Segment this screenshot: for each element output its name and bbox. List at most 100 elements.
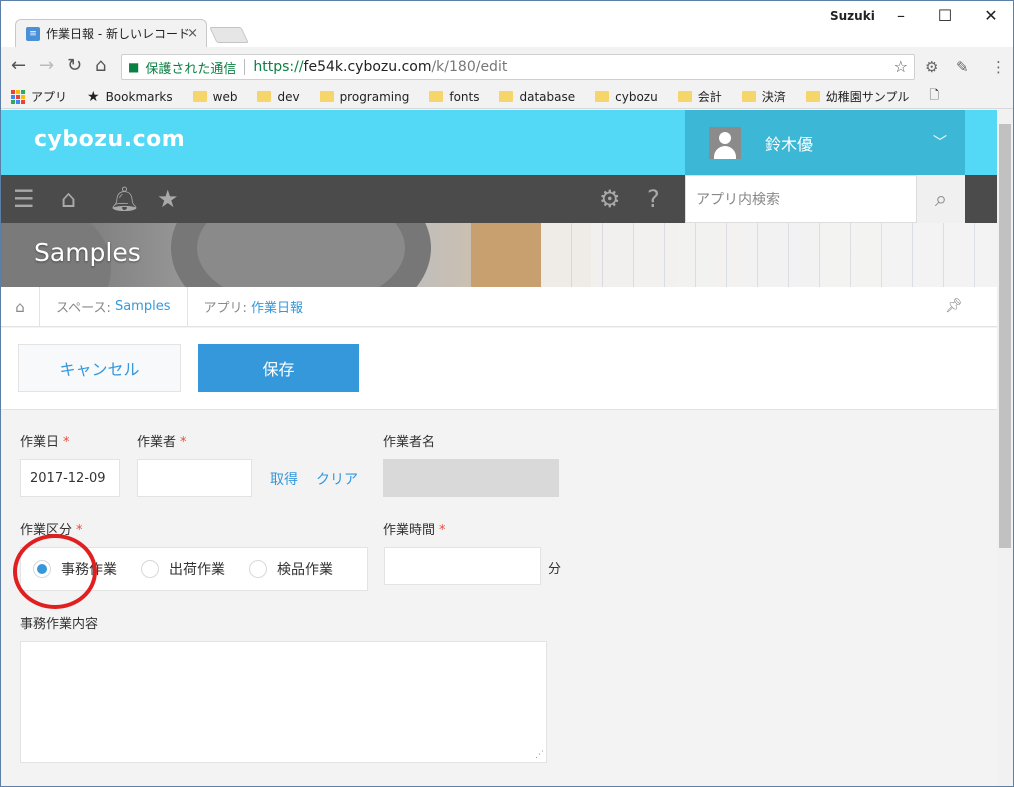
tab-title: 作業日報 - 新しいレコード <box>46 27 190 41</box>
work-time-field[interactable] <box>384 547 541 585</box>
user-menu[interactable]: 鈴木優 ﹀ <box>685 110 965 175</box>
breadcrumb-home-icon[interactable]: ⌂ <box>1 298 39 316</box>
folder-icon <box>595 91 610 102</box>
star-icon: ★ <box>87 88 100 105</box>
bookmark-label: cybozu <box>615 89 658 104</box>
breadcrumb-space-link[interactable]: Samples <box>115 299 171 314</box>
browser-window: ≡ 作業日報 - 新しいレコード × Suzuki – ☐ ✕ ← → ↻ ⌂ … <box>0 0 1014 787</box>
bookmark-star-icon[interactable]: ☆ <box>894 57 908 76</box>
home-icon[interactable]: ⌂ <box>61 185 76 213</box>
breadcrumb-app-link[interactable]: 作業日報 <box>251 297 303 316</box>
worker-field[interactable] <box>137 459 252 497</box>
extension-icon[interactable]: ✎ <box>956 58 969 76</box>
worker-name-label: 作業者名 <box>383 435 436 450</box>
search-button[interactable]: ⌕ <box>917 175 965 223</box>
folder-icon <box>499 91 514 102</box>
reload-icon[interactable]: ↻ <box>67 56 82 76</box>
bookmark-folder[interactable]: 決済 <box>741 88 786 105</box>
radio-inspection-work[interactable]: 検品作業 <box>249 559 333 579</box>
bookmark-label: Bookmarks <box>105 89 173 104</box>
bookmark-page[interactable]: 🗋 <box>929 86 939 107</box>
bookmark-folder[interactable]: 幼稚園サンプル <box>805 88 910 105</box>
apps-grid-icon <box>11 89 25 104</box>
back-icon[interactable]: ← <box>11 56 26 76</box>
banner-blueprint-image <box>541 223 997 287</box>
radio-unselected-icon <box>249 560 267 578</box>
scrollbar-thumb[interactable] <box>999 124 1011 548</box>
space-banner: Samples <box>1 223 997 287</box>
resize-grip-icon[interactable]: ⋰ <box>535 750 544 760</box>
radio-unselected-icon <box>141 560 159 578</box>
bookmark-folder[interactable]: cybozu <box>595 90 658 104</box>
clear-link[interactable]: クリア <box>316 469 358 489</box>
cancel-button[interactable]: キャンセル <box>18 344 181 392</box>
breadcrumb-space-prefix: スペース: <box>56 301 111 316</box>
page-scrollbar[interactable] <box>997 110 1013 786</box>
work-date-label: 作業日 * <box>20 431 70 450</box>
office-work-textarea[interactable]: ⋰ <box>20 641 547 763</box>
fetch-link[interactable]: 取得 <box>270 469 298 489</box>
required-mark: * <box>76 523 83 538</box>
bookmark-folder[interactable]: database <box>499 90 575 104</box>
bookmark-label: web <box>212 89 238 104</box>
menu-dots-icon[interactable]: ⋮ <box>991 58 1006 76</box>
banner-gear-image <box>171 223 431 287</box>
highlight-circle <box>13 534 97 609</box>
help-icon[interactable]: ? <box>647 185 660 213</box>
pin-icon[interactable]: 📌︎ <box>945 298 963 314</box>
new-tab-button[interactable] <box>209 27 249 43</box>
app-favicon-icon: ≡ <box>26 26 40 41</box>
save-button[interactable]: 保存 <box>198 344 359 392</box>
star-icon[interactable]: ★ <box>157 185 179 213</box>
bookmark-folder[interactable]: fonts <box>429 90 479 104</box>
minimize-icon[interactable]: – <box>886 5 916 27</box>
close-window-icon[interactable]: ✕ <box>976 5 1006 27</box>
search-input[interactable]: アプリ内検索 <box>685 175 917 223</box>
url-path: /k/180/edit <box>431 59 508 75</box>
bookmark-label: fonts <box>449 89 480 104</box>
bookmark-label: database <box>519 89 576 104</box>
tab-strip: ≡ 作業日報 - 新しいレコード × Suzuki – ☐ ✕ <box>1 1 1013 47</box>
breadcrumb-app-prefix: アプリ: <box>203 301 247 316</box>
extension-gear-icon[interactable]: ⚙ <box>925 58 938 76</box>
office-work-label: 事務作業内容 <box>20 617 99 632</box>
browser-tab[interactable]: ≡ 作業日報 - 新しいレコード × <box>15 19 207 47</box>
forward-icon[interactable]: → <box>39 56 54 76</box>
folder-icon <box>741 91 756 102</box>
bell-icon[interactable]: 🔔︎ <box>109 185 139 213</box>
avatar <box>709 126 741 159</box>
bookmark-label: programing <box>339 89 410 104</box>
home-icon[interactable]: ⌂ <box>95 56 106 76</box>
folder-icon <box>319 91 334 102</box>
worker-label: 作業者 * <box>137 431 187 450</box>
maximize-icon[interactable]: ☐ <box>930 5 960 27</box>
bookmark-folder[interactable]: programing <box>319 89 410 104</box>
work-date-field[interactable]: 2017-12-09 <box>20 459 120 497</box>
page-icon: 🗋 <box>929 88 940 102</box>
work-time-label-text: 作業時間 <box>383 523 436 538</box>
worker-label-text: 作業者 <box>137 435 177 450</box>
profile-name[interactable]: Suzuki <box>830 9 875 23</box>
bookmark-apps[interactable]: アプリ <box>11 88 67 105</box>
record-actions: キャンセル 保存 <box>1 328 997 410</box>
gear-icon[interactable]: ⚙ <box>599 185 621 213</box>
radio-label: 検品作業 <box>277 562 333 578</box>
bookmark-folder[interactable]: dev <box>257 90 300 104</box>
folder-icon <box>192 91 207 102</box>
cybozu-logo[interactable]: cybozu.com <box>34 127 185 152</box>
bookmark-folder[interactable]: web <box>192 89 238 104</box>
close-tab-icon[interactable]: × <box>187 26 198 41</box>
radio-shipping-work[interactable]: 出荷作業 <box>141 559 225 579</box>
url-host: fe54k.cybozu.com <box>303 59 432 75</box>
work-time-unit: 分 <box>548 562 562 577</box>
address-bar[interactable]: ■ 保護された通信 https:// fe54k.cybozu.com /k/1… <box>121 54 915 80</box>
bookmark-label: 幼稚園サンプル <box>825 90 910 104</box>
bookmark-label: 決済 <box>761 90 786 104</box>
address-toolbar: ← → ↻ ⌂ ■ 保護された通信 https:// fe54k.cybozu.… <box>1 47 1013 85</box>
space-title: Samples <box>34 238 141 267</box>
breadcrumb-space: スペース: Samples <box>39 286 187 327</box>
breadcrumb: ⌂ スペース: Samples アプリ: 作業日報 📌︎ <box>1 286 997 327</box>
bookmark-bookmarks[interactable]: ★ Bookmarks <box>87 89 173 105</box>
bookmark-folder[interactable]: 会計 <box>677 88 722 105</box>
menu-icon[interactable]: ☰ <box>13 185 35 213</box>
